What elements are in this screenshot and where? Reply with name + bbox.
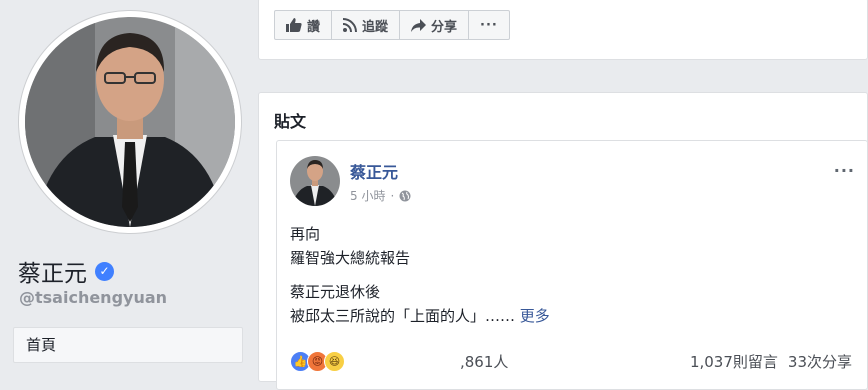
page-handle[interactable]: @tsaichengyuan bbox=[19, 288, 167, 307]
post-line-text: 被邱太三所說的「上面的人」…… bbox=[290, 307, 516, 325]
page-action-bar: 讚 追蹤 分享 ··· bbox=[274, 10, 510, 40]
post-meta: 5 小時 · bbox=[350, 187, 411, 204]
follow-button[interactable]: 追蹤 bbox=[331, 10, 401, 40]
globe-icon bbox=[399, 190, 411, 201]
share-label: 分享 bbox=[431, 19, 458, 35]
rss-icon bbox=[343, 18, 358, 32]
share-button[interactable]: 分享 bbox=[399, 10, 470, 40]
reaction-icons[interactable]: 👍 😡 😆 bbox=[290, 351, 345, 372]
verified-badge-icon: ✓ bbox=[95, 261, 114, 281]
post-line-last: 被邱太三所說的「上面的人」…… 更多 bbox=[290, 304, 550, 328]
post-line: 蔡正元退休後 bbox=[290, 283, 381, 301]
like-page-label: 讚 bbox=[307, 19, 321, 35]
profile-photo-image bbox=[25, 17, 235, 227]
comment-count[interactable]: 1,037則留言 bbox=[690, 351, 778, 372]
post-timestamp[interactable]: 5 小時 bbox=[350, 187, 385, 204]
profile-picture[interactable] bbox=[19, 11, 241, 233]
action-card: 讚 追蹤 分享 ··· bbox=[258, 0, 868, 60]
meta-separator: · bbox=[390, 188, 395, 203]
author-avatar-image bbox=[290, 156, 340, 206]
post-body: 再向 羅智強大總統報告 蔡正元退休後 被邱太三所說的「上面的人」…… 更多 bbox=[290, 222, 550, 328]
share-count[interactable]: 33次分享 bbox=[788, 351, 852, 372]
more-actions-button[interactable]: ··· bbox=[468, 10, 510, 40]
posts-section-title: 貼文 bbox=[274, 112, 307, 131]
haha-reaction-icon: 😆 bbox=[324, 351, 345, 372]
post-options-icon[interactable]: ··· bbox=[834, 161, 855, 180]
share-arrow-icon bbox=[411, 18, 427, 32]
post-author-avatar[interactable] bbox=[290, 156, 340, 206]
post-card: 蔡正元 5 小時 · ··· 再向 羅智強大總統報告 蔡正元退休後 被邱太三所說… bbox=[276, 140, 868, 390]
nav-tab-home[interactable]: 首頁 bbox=[13, 327, 243, 363]
post-line: 羅智強大總統報告 bbox=[290, 249, 411, 267]
posts-section: 貼文 蔡正元 5 小時 · ··· 再向 羅智強大總統報告 蔡正元退休後 被邱太… bbox=[258, 92, 868, 390]
post-stats: 1,037則留言 33次分享 bbox=[690, 351, 852, 372]
reaction-count[interactable]: ,861人 bbox=[460, 351, 508, 372]
thumbs-up-icon bbox=[286, 18, 302, 32]
post-line: 再向 bbox=[290, 225, 321, 243]
page-name[interactable]: 蔡正元 ✓ bbox=[18, 254, 114, 288]
page-name-text: 蔡正元 bbox=[18, 261, 87, 287]
see-more-link[interactable]: 更多 bbox=[520, 307, 550, 325]
follow-label: 追蹤 bbox=[362, 19, 389, 35]
like-page-button[interactable]: 讚 bbox=[274, 10, 333, 40]
more-icon: ··· bbox=[480, 17, 498, 33]
left-column: 蔡正元 ✓ @tsaichengyuan 首頁 bbox=[0, 0, 258, 377]
post-author-name[interactable]: 蔡正元 bbox=[350, 159, 398, 183]
